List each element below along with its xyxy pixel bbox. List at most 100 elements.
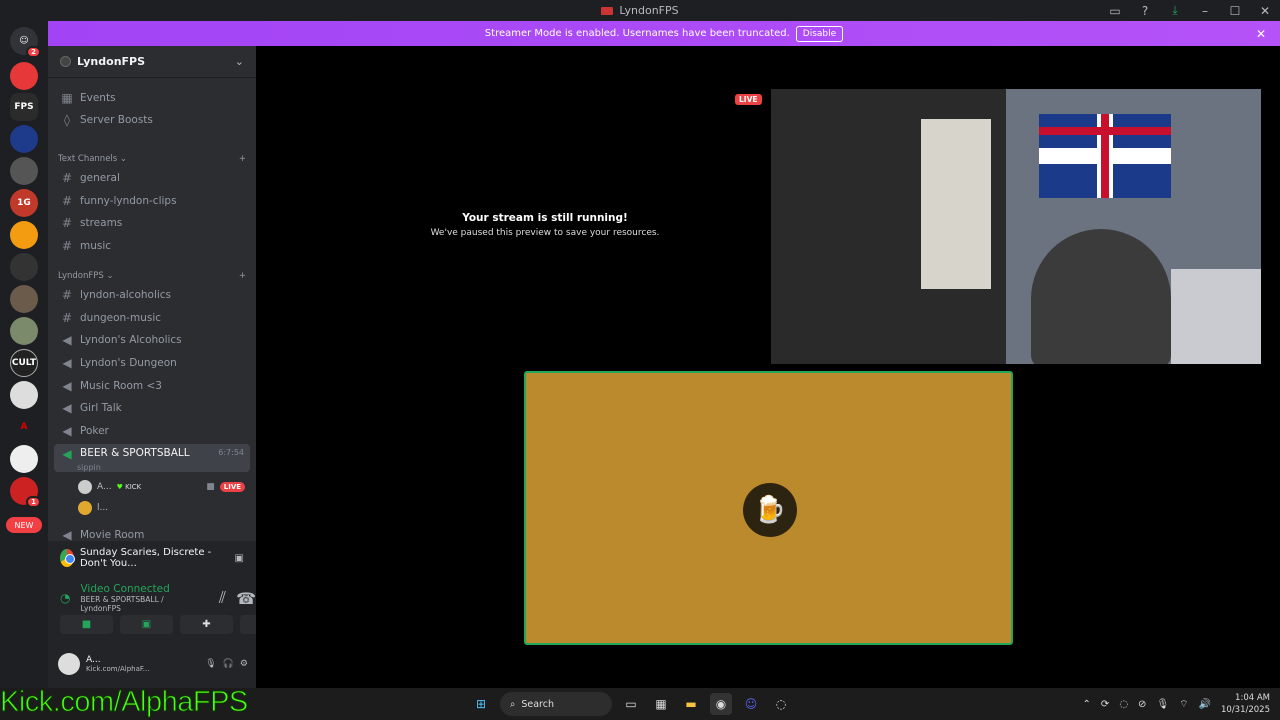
server-icon[interactable] <box>10 317 38 345</box>
avatar[interactable] <box>58 653 80 675</box>
category-lyndonfps[interactable]: LyndonFPS ⌄ + <box>58 271 246 281</box>
server-boosts-item[interactable]: ◊ Server Boosts <box>54 109 250 130</box>
server-icon[interactable] <box>10 221 38 249</box>
screen-share-icon[interactable]: ▣ <box>235 553 244 564</box>
server-icon[interactable] <box>10 381 38 409</box>
add-channel-icon[interactable]: + <box>239 154 246 164</box>
mute-icon[interactable]: ⊘ <box>1138 699 1146 710</box>
kick-badge: ♥ KICK <box>116 483 142 491</box>
server-icon[interactable] <box>10 62 38 90</box>
server-icon[interactable] <box>10 285 38 313</box>
voice-status-title[interactable]: Video Connected <box>80 583 178 595</box>
download-icon[interactable]: ⤓ <box>1160 3 1190 18</box>
chevron-up-icon[interactable]: ⌃ <box>1083 699 1091 710</box>
category-label: Text Channels <box>58 154 118 164</box>
chrome-icon <box>60 549 75 567</box>
user-name: A... <box>86 655 101 665</box>
voice-channel-lyndons-dungeon[interactable]: ◀ Lyndon's Dungeon <box>54 352 250 373</box>
voice-channel-music-room[interactable]: ◀ Music Room <3 <box>54 375 250 396</box>
app-icon[interactable]: ◌ <box>770 693 792 715</box>
server-badge: 1 <box>26 496 41 508</box>
server-icon[interactable] <box>10 157 38 185</box>
minimize-button[interactable]: – <box>1190 4 1220 18</box>
inbox-icon[interactable]: ▭ <box>1100 4 1130 18</box>
voice-channel-girl-talk[interactable]: ◀ Girl Talk <box>54 397 250 418</box>
network-icon[interactable]: ◌ <box>1119 699 1128 710</box>
voice-channel-poker[interactable]: ◀ Poker <box>54 420 250 441</box>
task-view-icon[interactable]: ▭ <box>620 693 642 715</box>
paused-title: Your stream is still running! <box>462 212 628 224</box>
server-icon-active[interactable]: FPS <box>10 93 38 121</box>
new-badge[interactable]: NEW <box>6 517 42 533</box>
channel-dungeon-music[interactable]: # dungeon-music <box>54 307 250 328</box>
streamer-image <box>1031 229 1171 364</box>
server-icon[interactable]: 1G <box>10 189 38 217</box>
events-item[interactable]: ▦ Events <box>54 87 250 108</box>
headphones-icon[interactable]: 🎧 <box>223 659 234 669</box>
add-channel-icon[interactable]: + <box>239 271 246 281</box>
noise-suppression-icon[interactable]: ⫽ <box>219 588 226 608</box>
camera-icon: ■ <box>206 482 215 492</box>
taskbar-search[interactable]: ⌕ Search <box>500 692 612 716</box>
discord-icon[interactable]: ☺ <box>740 693 762 715</box>
channel-general[interactable]: # general <box>54 167 250 188</box>
server-icon[interactable]: A <box>10 413 38 441</box>
voice-channel-lyndons-alcoholics[interactable]: ◀ Lyndon's Alcoholics <box>54 329 250 350</box>
voice-member[interactable]: A... ♥ KICK ■ LIVE <box>78 478 246 496</box>
live-badge: LIVE <box>219 482 246 492</box>
channel-label: general <box>80 171 120 184</box>
user-panel: A... Kick.com/AlphaF... 🎙 🎧 ⚙ <box>58 651 248 677</box>
discord-home-icon[interactable]: ☺ 2 <box>10 27 41 58</box>
maximize-button[interactable]: ☐ <box>1220 4 1250 18</box>
server-avatar-icon <box>60 56 71 67</box>
server-icon[interactable]: 1 <box>10 477 41 508</box>
channel-music[interactable]: # music <box>54 235 250 256</box>
volume-icon[interactable]: 🔊 <box>1199 699 1211 710</box>
close-icon[interactable]: ✕ <box>1256 27 1266 41</box>
start-icon[interactable]: ⊞ <box>470 693 492 715</box>
server-icon[interactable] <box>10 253 38 281</box>
wifi-icon[interactable]: ⌔ <box>1179 698 1188 711</box>
store-icon[interactable]: ▦ <box>650 693 672 715</box>
microphone-tray-icon[interactable]: 🎙 <box>1156 699 1169 710</box>
channel-streams[interactable]: # streams <box>54 212 250 233</box>
server-name: LyndonFPS <box>77 55 146 68</box>
chrome-icon[interactable]: ◉ <box>710 693 732 715</box>
disable-button[interactable]: Disable <box>795 25 844 42</box>
channel-label: dungeon-music <box>80 311 162 324</box>
speaker-icon: ◀ <box>62 527 72 542</box>
channel-label: music <box>80 239 112 252</box>
voice-member[interactable]: l... <box>78 499 108 517</box>
speaker-icon: ◀ <box>62 447 72 461</box>
channel-lyndon-alcoholics[interactable]: # lyndon-alcoholics <box>54 284 250 305</box>
hashtag-icon: # <box>61 310 73 325</box>
microphone-icon[interactable]: 🎙 <box>205 659 216 669</box>
channel-funny-lyndon-clips[interactable]: # funny-lyndon-clips <box>54 190 250 211</box>
help-icon[interactable]: ? <box>1130 4 1160 18</box>
channel-label: Music Room <3 <box>80 379 162 392</box>
activities-button[interactable]: ✚ <box>180 615 233 634</box>
activity-bar[interactable]: Sunday Scaries, Discrete - Don't You... … <box>48 541 256 575</box>
webcam-video-tile[interactable] <box>771 89 1261 364</box>
gear-icon[interactable]: ⚙ <box>240 659 248 669</box>
disconnect-icon[interactable]: ☎ <box>236 589 256 608</box>
server-icon[interactable] <box>10 445 38 473</box>
server-icon[interactable]: CULT <box>10 349 38 377</box>
participant-tile[interactable]: 🍺 <box>524 371 1013 645</box>
channel-label: Lyndon's Dungeon <box>80 356 177 369</box>
file-explorer-icon[interactable]: ▬ <box>680 693 702 715</box>
screen-share-button[interactable]: ▣ <box>120 615 173 634</box>
close-window-button[interactable]: ✕ <box>1250 4 1280 18</box>
category-text-channels[interactable]: Text Channels ⌄ + <box>58 154 246 164</box>
clock[interactable]: 1:04 AM 10/31/2025 <box>1221 692 1270 716</box>
window-title-text: LyndonFPS <box>619 4 679 17</box>
category-label: LyndonFPS <box>58 271 104 281</box>
camera-button[interactable]: ■ <box>60 615 113 634</box>
flag-cross-vertical <box>1101 114 1109 198</box>
calendar-icon: ▦ <box>61 90 73 105</box>
sync-icon[interactable]: ⟳ <box>1101 699 1109 710</box>
server-icon[interactable] <box>10 125 38 153</box>
server-header[interactable]: LyndonFPS ⌄ <box>48 46 256 78</box>
search-icon: ⌕ <box>510 698 516 710</box>
signal-icon[interactable]: ◔ <box>60 591 70 605</box>
